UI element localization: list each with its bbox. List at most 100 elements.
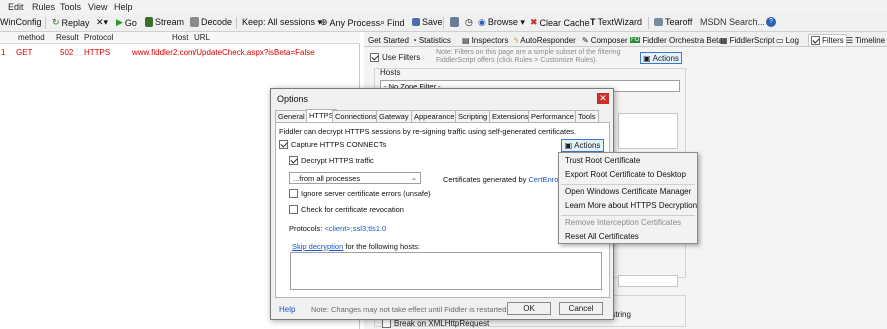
- winconfig-button[interactable]: WinConfig: [0, 17, 42, 27]
- tab-get-started[interactable]: Get Started: [368, 34, 409, 46]
- break-xhr-checkbox[interactable]: Break on XMLHttpRequest: [382, 319, 489, 328]
- toolbar-separator: [236, 17, 237, 29]
- column-protocol[interactable]: Protocol: [84, 33, 113, 42]
- ok-button[interactable]: OK: [507, 302, 551, 315]
- tab-scripting[interactable]: Scripting: [455, 110, 491, 122]
- capture-connects-label: Capture HTTPS CONNECTs: [291, 140, 387, 149]
- column-result[interactable]: Result: [56, 33, 79, 42]
- menu-rules[interactable]: Rules: [32, 2, 55, 12]
- skip-decryption-suffix: for the following hosts:: [343, 242, 420, 251]
- tearoff-button[interactable]: Tearoff: [654, 17, 692, 27]
- skip-hosts-textarea[interactable]: [290, 252, 602, 290]
- statistics-icon: ◔: [412, 35, 417, 45]
- tab-connections[interactable]: Connections: [332, 110, 380, 122]
- checkbox-box: [289, 189, 298, 198]
- replay-button[interactable]: ↻ Replay: [52, 17, 90, 28]
- break-xhr-label: Break on XMLHttpRequest: [394, 319, 490, 328]
- tab-extensions[interactable]: Extensions: [489, 110, 532, 122]
- tearoff-label: Tearoff: [665, 17, 693, 27]
- tab-fiddlerscript[interactable]: ▦ FiddlerScript: [720, 34, 774, 46]
- menu-separator: [561, 184, 695, 185]
- screenshot-button[interactable]: [450, 17, 459, 27]
- row-number: 1: [1, 48, 6, 57]
- tab-filters[interactable]: Filters: [808, 34, 847, 46]
- actions-context-menu: Trust Root Certificate Export Root Certi…: [558, 152, 698, 244]
- capture-connects-checkbox[interactable]: Capture HTTPS CONNECTs: [279, 140, 386, 149]
- replay-icon: ↻: [52, 17, 60, 27]
- tab-tools[interactable]: Tools: [575, 110, 599, 122]
- tab-composer[interactable]: ✎ Composer: [582, 34, 628, 46]
- tearoff-icon: [654, 18, 663, 26]
- skip-decryption-link[interactable]: Skip decryption: [292, 242, 343, 251]
- decode-button[interactable]: Decode: [190, 17, 232, 27]
- filter-textbox[interactable]: [618, 275, 678, 287]
- tab-gateway[interactable]: Gateway: [376, 110, 412, 122]
- cancel-button[interactable]: Cancel: [559, 302, 603, 315]
- tab-performance[interactable]: Performance: [528, 110, 577, 122]
- go-button[interactable]: ▶ Go: [116, 17, 137, 28]
- tab-inspectors[interactable]: ▤ Inspectors: [462, 34, 508, 46]
- check-revocation-label: Check for certificate revocation: [301, 205, 404, 214]
- filter-textbox[interactable]: [618, 113, 678, 149]
- browse-button[interactable]: ◉ Browse ▾: [478, 17, 525, 28]
- skip-decryption-text: Skip decryption for the following hosts:: [292, 242, 420, 251]
- use-filters-checkbox[interactable]: Use Filters: [370, 53, 420, 62]
- textwizard-button[interactable]: T TextWizard: [590, 17, 642, 27]
- tab-appearance[interactable]: Appearance: [411, 110, 458, 122]
- process-filter-select[interactable]: ...from all processes ⌄: [289, 172, 421, 184]
- timer-button[interactable]: ◷: [465, 17, 473, 28]
- stream-button[interactable]: Stream: [145, 17, 184, 27]
- tab-label: Get Started: [368, 35, 409, 45]
- save-button[interactable]: Save: [412, 17, 443, 27]
- binoculars-icon: ⌕: [380, 17, 386, 27]
- help-button[interactable]: ?: [766, 17, 776, 27]
- menu-item-open-cert-manager[interactable]: Open Windows Certificate Manager: [565, 187, 691, 196]
- column-method[interactable]: method: [18, 33, 45, 42]
- menu-item-remove-certs: Remove Interception Certificates: [565, 218, 682, 227]
- tab-statistics[interactable]: ◔ Statistics: [412, 34, 451, 46]
- check-revocation-checkbox[interactable]: Check for certificate revocation: [289, 205, 404, 214]
- menu-edit[interactable]: Edit: [8, 2, 24, 12]
- remove-button[interactable]: ✕▾: [96, 17, 108, 28]
- filters-note: Note: Filters on this page are a simple …: [436, 49, 621, 64]
- tab-log[interactable]: ▭ Log: [776, 34, 799, 46]
- any-process-label: Any Process: [329, 17, 381, 28]
- clock-icon: ◷: [465, 17, 473, 27]
- toolbar-separator: [45, 17, 46, 29]
- tab-general[interactable]: General: [275, 110, 308, 122]
- lightning-icon: ϟ: [514, 35, 519, 45]
- tab-fiddler-orchestra[interactable]: FO Fiddler Orchestra Beta: [630, 34, 723, 46]
- script-icon: ▦: [720, 35, 728, 45]
- https-actions-button[interactable]: ▣ Actions: [561, 139, 604, 152]
- column-url[interactable]: URL: [194, 33, 210, 42]
- keep-sessions-dropdown[interactable]: Keep: All sessions ▾: [242, 17, 322, 28]
- checkbox-box: [289, 205, 298, 214]
- save-icon: [412, 18, 420, 26]
- row-host: www.fiddler2.com: [132, 48, 195, 57]
- column-host[interactable]: Host: [172, 33, 188, 42]
- tab-timeline[interactable]: ☰ Timeline: [846, 34, 885, 46]
- menu-view[interactable]: View: [88, 2, 107, 12]
- cancel-label: Cancel: [568, 304, 594, 313]
- menu-help[interactable]: Help: [114, 2, 133, 12]
- help-link[interactable]: Help: [279, 305, 295, 314]
- menu-item-trust-root[interactable]: Trust Root Certificate: [565, 156, 640, 165]
- replay-label: Replay: [61, 17, 90, 28]
- menu-item-export-root[interactable]: Export Root Certificate to Desktop: [565, 170, 686, 179]
- close-button[interactable]: ✕: [597, 93, 609, 104]
- menu-item-learn-more[interactable]: Learn More about HTTPS Decryption: [565, 201, 697, 210]
- clear-cache-button[interactable]: ✖ Clear Cache: [530, 17, 590, 28]
- ignore-errors-checkbox[interactable]: Ignore server certificate errors (unsafe…: [289, 189, 431, 198]
- row-result: 502: [60, 48, 74, 57]
- decrypt-https-checkbox[interactable]: Decrypt HTTPS traffic: [289, 156, 374, 165]
- protocols-link[interactable]: <client>;ssl3;tls1.0: [324, 224, 386, 233]
- find-button[interactable]: ⌕ Find: [380, 17, 405, 28]
- certs-generated-text: Certificates generated by CertEnroll e: [443, 175, 568, 184]
- any-process-button[interactable]: ⊕ Any Process: [320, 17, 380, 28]
- filters-actions-button[interactable]: ▣ Actions: [640, 52, 682, 64]
- menu-tools[interactable]: Tools: [60, 2, 81, 12]
- msdn-search-box[interactable]: MSDN Search...: [700, 17, 765, 27]
- tab-autoresponder[interactable]: ϟ AutoResponder: [514, 34, 576, 46]
- textwizard-label: TextWizard: [597, 17, 643, 27]
- menu-item-reset-certs[interactable]: Reset All Certificates: [565, 232, 639, 241]
